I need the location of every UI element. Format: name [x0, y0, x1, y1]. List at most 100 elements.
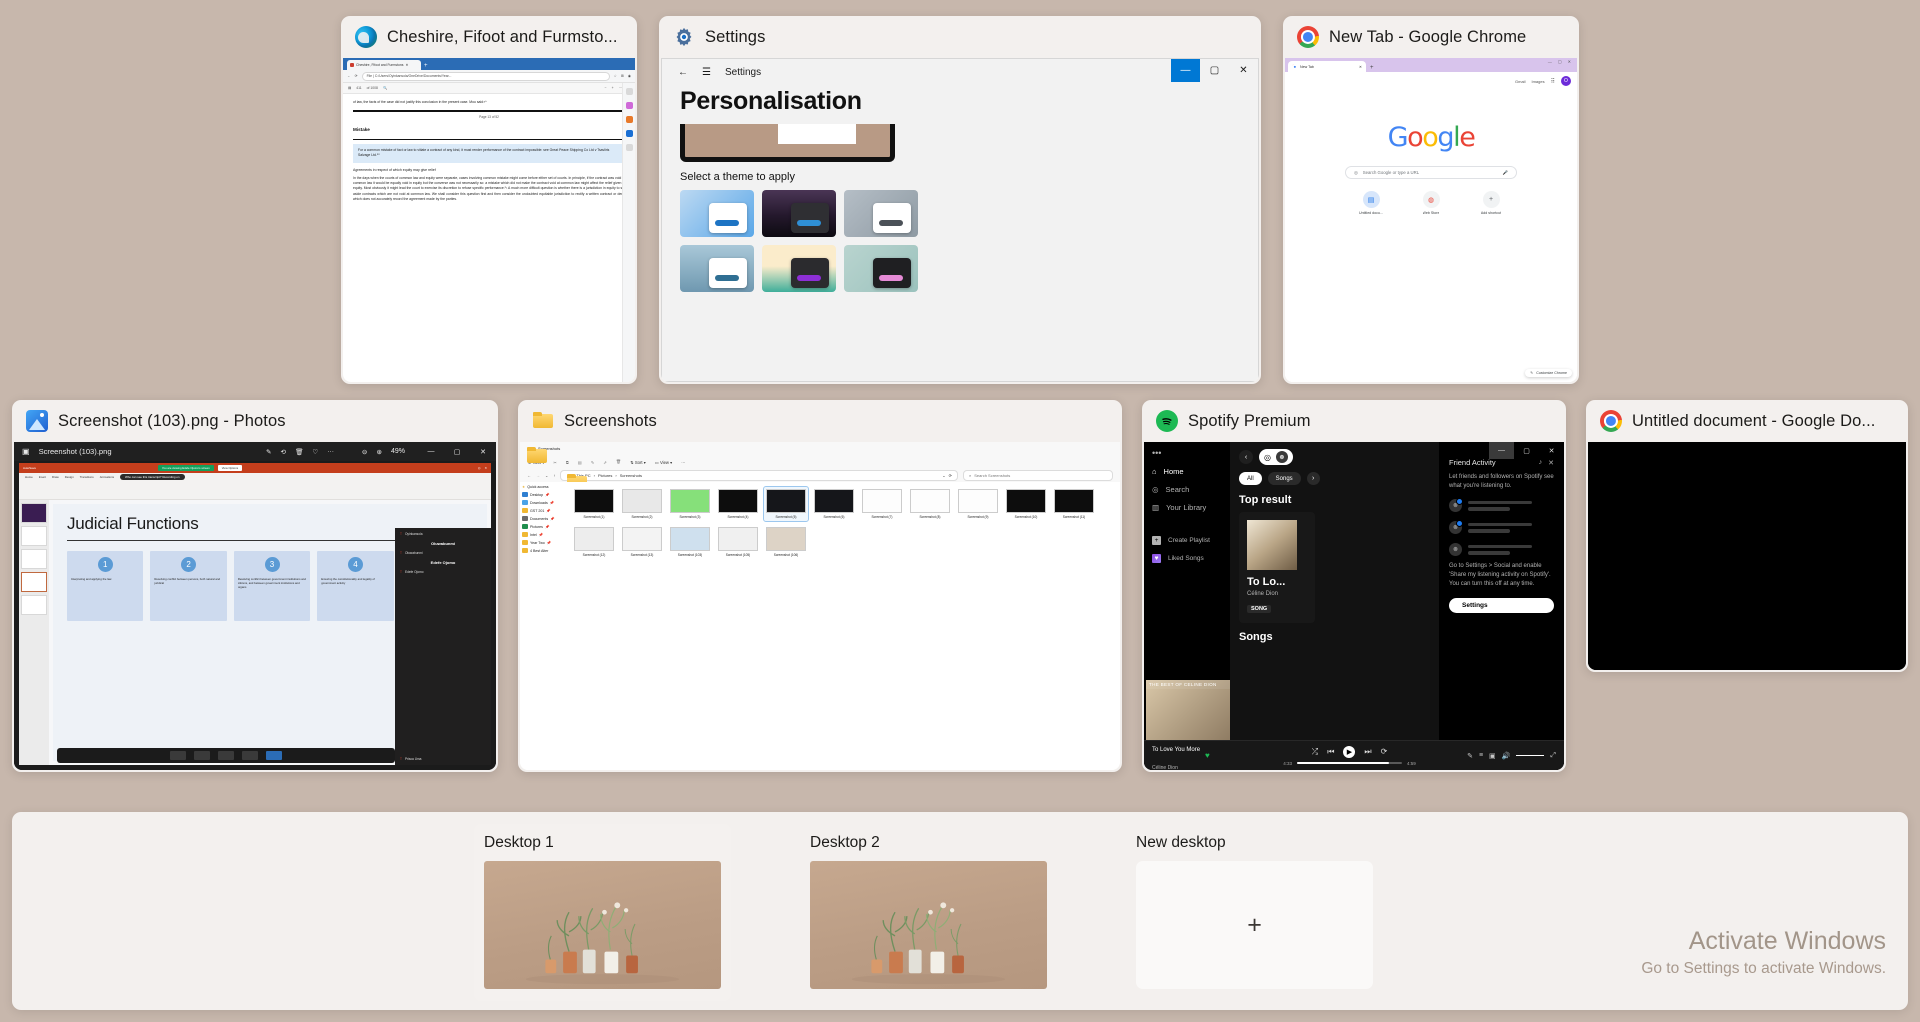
file-item[interactable]: Screenshot (3) [668, 487, 712, 521]
more-icon[interactable]: ··· [681, 460, 685, 465]
edge-toolbar[interactable]: ← ⟳ File | C:/Users/Oyinkansola/OneDrive… [343, 70, 635, 83]
ribbon-tab-home[interactable]: Home [25, 475, 33, 479]
ribbon-tab-insert[interactable]: Insert [39, 475, 46, 479]
volume-icon[interactable]: 🔊 [1502, 752, 1511, 760]
nav-item-quick-access[interactable]: ★ Quick access [522, 485, 566, 489]
hamburger-icon[interactable]: ☰ [702, 67, 711, 78]
lyrics-icon[interactable]: ✎ [1467, 752, 1473, 760]
search-input[interactable]: ⌕ Search Screenshots [963, 470, 1113, 481]
minimize-button[interactable]: — [418, 442, 444, 461]
more-icon[interactable]: ••• [1152, 448, 1222, 458]
edge-sidebar-rail[interactable] [622, 83, 635, 382]
desktop-item-2[interactable]: Desktop 2 [800, 824, 1057, 1001]
filter-chip-all[interactable]: All [1239, 472, 1262, 485]
nav-item-year-two[interactable]: Year Two 📌 [522, 540, 566, 545]
slide-thumbnail-pane[interactable] [19, 500, 49, 765]
play-button[interactable]: ▶ [1343, 745, 1356, 758]
file-item[interactable]: Screenshot (105) [716, 525, 760, 559]
theme-option[interactable] [680, 190, 754, 237]
window-card-settings[interactable]: Settings ← ☰ Settings — ▢ ✕ Personalisat… [659, 16, 1261, 384]
pdf-sidebar-icon[interactable]: ▤ [348, 86, 351, 90]
rotate-icon[interactable]: ⟲ [281, 448, 287, 456]
file-item-selected[interactable]: Screenshot (5) [763, 486, 809, 522]
slide-preview-chip-active[interactable] [266, 751, 282, 760]
pdf-search-icon[interactable]: 🔍 [383, 86, 387, 90]
explorer-address-row[interactable]: ← → ⌄ ↑ This PC › Pictures › Screenshots ⌄… [520, 469, 1120, 490]
teams-participants-panel[interactable]: T Oyinkansola Oluwabunmi T Oluwabunmi Ed… [395, 528, 491, 765]
window-caption-buttons[interactable]: — ▢ ✕ [1489, 442, 1564, 459]
more-icon[interactable]: ··· [327, 448, 334, 455]
shortcut-tile[interactable]: + Add shortcut [1472, 191, 1510, 215]
close-icon[interactable]: ✕ [484, 466, 487, 470]
window-card-explorer[interactable]: Screenshots Screenshots ⊕ New ▾ ✂ ⧉ ▤ ✎ … [518, 400, 1122, 772]
chevron-down-icon[interactable]: ⌄ [942, 473, 945, 478]
shortcut-tile[interactable]: ◍ Web Store [1412, 191, 1450, 215]
back-icon[interactable]: ← [527, 473, 531, 478]
new-desktop-card[interactable]: New desktop + [1126, 824, 1383, 1001]
explorer-navigation-pane[interactable]: ★ Quick access Desktop 📌 Downloads 📌 GST 20… [520, 482, 568, 770]
images-link[interactable]: Images [1531, 79, 1544, 84]
sidebar-item-your-library[interactable]: ▥ Your Library [1152, 503, 1222, 512]
minimize-button[interactable]: — [1548, 59, 1552, 64]
file-item[interactable]: Screenshot (2) [620, 487, 664, 521]
photos-app[interactable]: ▣ Screenshot (103).png ✎ ⟲ 🗑 ♡ ··· ⊖ ⊕ 4… [14, 442, 496, 770]
favorite-icon[interactable]: ♡ [312, 448, 318, 456]
desktop-item-1[interactable]: Desktop 1 [474, 824, 731, 1001]
nav-item-documents[interactable]: Documents 📌 [522, 516, 566, 521]
ntp-top-links[interactable]: Gmail Images ⠿ O [1515, 76, 1571, 86]
sidebar-item-search[interactable]: ◎ Search [1152, 485, 1222, 494]
gmail-link[interactable]: Gmail [1515, 79, 1525, 84]
volume-slider[interactable] [1516, 754, 1545, 757]
file-item[interactable]: Screenshot (11) [1052, 487, 1096, 521]
next-icon[interactable]: ⏭ [1364, 747, 1371, 757]
microphone-icon[interactable]: 🎤 [1503, 170, 1508, 176]
close-icon[interactable]: ✕ [1359, 65, 1362, 69]
nav-item-pictures[interactable]: Pictures 📌 [522, 524, 566, 529]
ribbon-tab-design[interactable]: Design [65, 475, 74, 479]
search-icon[interactable]: ◎ [478, 466, 481, 470]
close-icon[interactable]: ✕ [406, 63, 409, 67]
ribbon-tab-animations[interactable]: Animations [100, 475, 114, 479]
sidebar-search-icon[interactable] [625, 88, 633, 95]
share-icon[interactable]: ⇗ [603, 460, 607, 465]
refresh-icon[interactable]: ⟳ [355, 74, 358, 78]
file-item[interactable]: Screenshot (8) [908, 487, 952, 521]
slide-thumbnail[interactable] [21, 503, 47, 523]
nav-item-downloads[interactable]: Downloads 📌 [522, 500, 566, 505]
delete-icon[interactable]: 🗑 [295, 448, 303, 456]
shortcut-tile[interactable]: ▤ Untitled docu... [1352, 191, 1390, 215]
file-item[interactable]: Screenshot (1) [572, 487, 616, 521]
pdf-toolbar[interactable]: ▤ 411 of 1008 🔍 − + ··· ◎ [343, 83, 635, 94]
close-button[interactable]: ✕ [470, 442, 496, 461]
maximize-button[interactable]: ▢ [444, 442, 470, 461]
fullscreen-icon[interactable]: ⤢ [1550, 752, 1556, 760]
window-preview-spotify[interactable]: — ▢ ✕ ••• ⌂ Home ◎ Search ▥ Your Library + C… [1144, 442, 1564, 770]
friend-activity-panel[interactable]: Friend Activity ♪ ✕ Let friends and foll… [1439, 442, 1564, 740]
theme-grid[interactable] [680, 190, 1258, 292]
settings-app[interactable]: ← ☰ Settings — ▢ ✕ Personalisation Selec… [661, 58, 1259, 382]
window-caption-buttons[interactable]: — ▢ ✕ [1548, 59, 1571, 64]
zoom-out-icon[interactable]: ⊖ [362, 448, 368, 456]
player-right-controls[interactable]: ✎ ≡ ▣ 🔊 ⤢ [1467, 752, 1556, 760]
playback-controls[interactable]: ⤮ ⏮ ▶ ⏭ ⟳ 4:33 4:59 [1232, 745, 1467, 766]
window-caption-buttons[interactable]: — ▢ ✕ [1171, 59, 1258, 82]
previous-icon[interactable]: ⏮ [1327, 747, 1334, 757]
repeat-icon[interactable]: ⟳ [1381, 747, 1388, 756]
copy-icon[interactable]: ⧉ [566, 460, 569, 465]
nav-item-intel[interactable]: Intel 📌 [522, 532, 566, 537]
chrome-app[interactable]: New Tab ✕ + — ▢ ✕ ← → ⟳ ◎ ⇗ ☆ [1285, 58, 1577, 382]
edge-tab-strip[interactable]: Cheshire, Fifoot and Furmstons ✕ + [343, 58, 635, 70]
slide-preview-chip[interactable] [242, 751, 258, 760]
forward-icon[interactable]: → [536, 473, 540, 478]
maximize-button[interactable]: ▢ [1514, 442, 1539, 459]
seek-bar[interactable] [1297, 762, 1403, 764]
apps-grid-icon[interactable]: ⠿ [1551, 78, 1555, 85]
devices-icon[interactable]: ▣ [1489, 752, 1496, 760]
slide-thumbnail[interactable] [21, 549, 47, 569]
window-card-photos[interactable]: Screenshot (103).png - Photos ▣ Screensh… [12, 400, 498, 772]
pdf-zoom-out-icon[interactable]: − [605, 86, 607, 90]
top-result-card[interactable]: To Lo... Céline Dion SONG [1239, 512, 1315, 623]
ribbon-tab-transitions[interactable]: Transitions [80, 475, 94, 479]
explorer-command-bar[interactable]: ⊕ New ▾ ✂ ⧉ ▤ ✎ ⇗ 🗑 ⇅ Sort ▾ ▭ View ▾ ··… [520, 455, 1120, 469]
profile-icon[interactable]: ◉ [628, 74, 631, 78]
